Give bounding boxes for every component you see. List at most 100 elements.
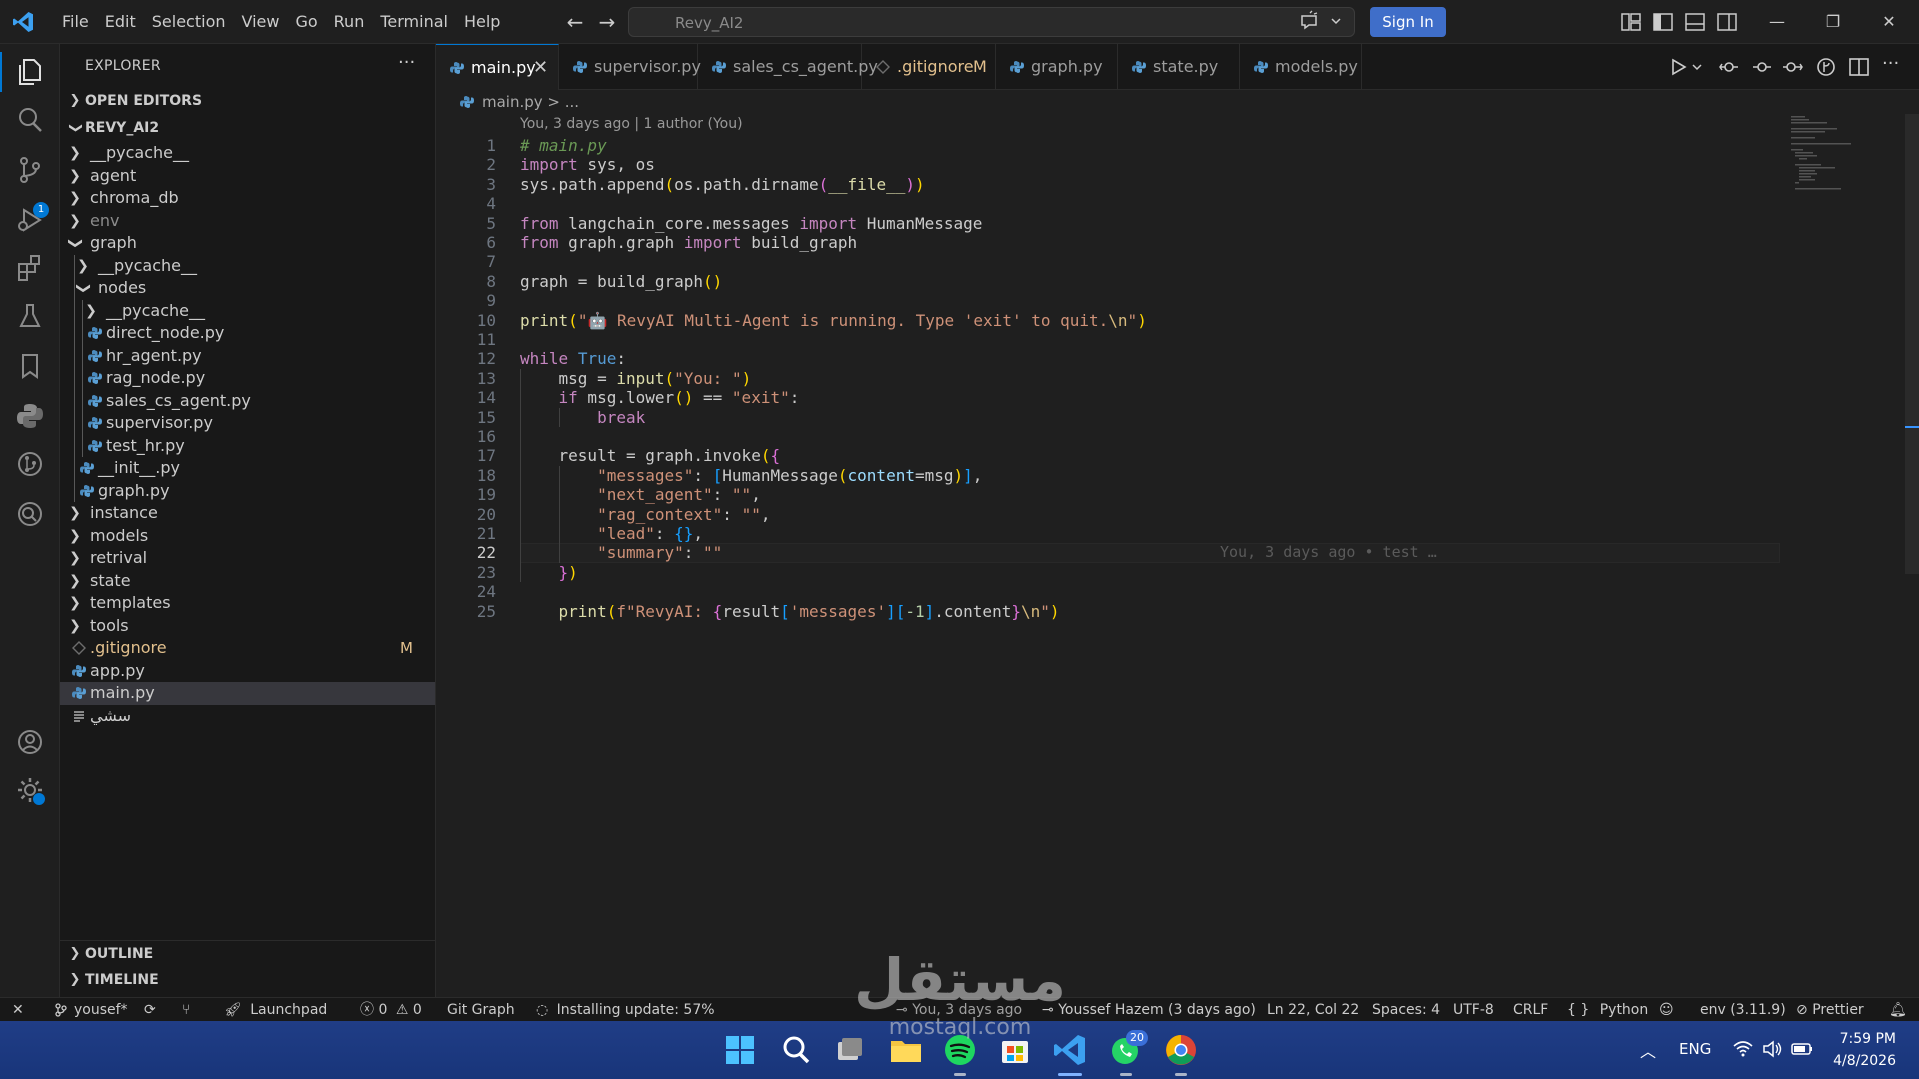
outline-section[interactable]: ❯ OUTLINE	[60, 940, 435, 966]
show-hidden-icons-chevron-icon[interactable]: ︿	[1640, 1038, 1656, 1062]
launchpad-status[interactable]: 🚀︎ Launchpad	[224, 998, 327, 1022]
tab-main-py[interactable]: main.py ✕	[436, 44, 559, 90]
minimap[interactable]	[1787, 114, 1887, 194]
menu-run[interactable]: Run	[326, 0, 373, 44]
clock-time[interactable]: 7:59 PM	[1836, 1031, 1896, 1047]
extensions-icon[interactable]	[14, 252, 46, 284]
forward-arrow-icon[interactable]: →	[596, 11, 618, 33]
windows-start-icon[interactable]	[722, 1032, 758, 1068]
remote-indicator-icon[interactable]: ✕	[12, 998, 24, 1022]
file-init-py[interactable]: __init__.py	[60, 457, 435, 480]
git-graph-status[interactable]: Git Graph	[447, 998, 515, 1022]
more-actions-icon[interactable]: ···	[398, 52, 415, 73]
tab-state-py[interactable]: state.py	[1118, 44, 1240, 90]
problems-status[interactable]: ⓧ 0 ⚠ 0	[360, 998, 422, 1022]
battery-icon[interactable]	[1791, 1041, 1813, 1057]
folder-templates[interactable]: ❯ templates	[60, 592, 435, 615]
source-control-icon[interactable]	[14, 154, 46, 186]
code-line[interactable]: "lead": {},	[520, 524, 703, 543]
code-line[interactable]: print(f"RevyAI: {result['messages'][-1].…	[520, 602, 1060, 621]
code-line[interactable]: print("🤖 RevyAI Multi-Agent is running. …	[520, 311, 1147, 330]
folder-pycache[interactable]: ❯ __pycache__	[60, 300, 435, 323]
menu-edit[interactable]: Edit	[97, 0, 144, 44]
notifications-bell-icon[interactable]: 🔔︎	[1889, 998, 1907, 1022]
copilot-chat-icon[interactable]	[1296, 8, 1352, 36]
close-window-button[interactable]: ✕	[1866, 0, 1912, 44]
file-untitled[interactable]: سشي	[60, 705, 435, 728]
timeline-section[interactable]: ❯ TIMELINE	[60, 967, 435, 993]
customize-layout-icon[interactable]	[1620, 12, 1642, 32]
git-lens-icon[interactable]	[14, 448, 46, 480]
file-main-py[interactable]: main.py	[60, 682, 435, 705]
search-icon[interactable]	[778, 1032, 814, 1068]
input-language[interactable]: ENG	[1679, 1040, 1711, 1058]
git-graph-icon[interactable]	[14, 498, 46, 530]
open-changes-icon[interactable]	[1718, 57, 1740, 77]
menu-help[interactable]: Help	[456, 0, 508, 44]
minimize-button[interactable]: —	[1754, 0, 1800, 44]
open-editors-section[interactable]: ❯ OPEN EDITORS	[60, 88, 435, 114]
bookmark-icon[interactable]	[14, 350, 46, 382]
code-line[interactable]: from langchain_core.messages import Huma…	[520, 214, 982, 233]
clock-date[interactable]: 4/8/2026	[1822, 1053, 1896, 1069]
toggle-primary-sidebar-icon[interactable]	[1652, 12, 1674, 32]
tab-gitignore[interactable]: .gitignore M	[862, 44, 996, 90]
update-status[interactable]: ◌ Installing update: 57%	[536, 998, 715, 1022]
command-center[interactable]: Revy_AI2	[628, 7, 1355, 37]
folder-retrival[interactable]: ❯ retrival	[60, 547, 435, 570]
search-icon[interactable]	[14, 104, 46, 136]
folder-graph[interactable]: ❯ graph	[60, 232, 435, 255]
code-line[interactable]: # main.py	[520, 136, 607, 155]
python-env-status[interactable]: env (3.11.9)	[1700, 998, 1786, 1022]
code-line[interactable]: sys.path.append(os.path.dirname(__file__…	[520, 175, 925, 194]
menu-file[interactable]: File	[54, 0, 97, 44]
volume-icon[interactable]	[1762, 1040, 1782, 1058]
split-editor-icon[interactable]	[1848, 57, 1870, 77]
wifi-icon[interactable]	[1733, 1040, 1753, 1058]
code-line[interactable]: "next_agent": "",	[520, 485, 761, 504]
tab-supervisor-py[interactable]: supervisor.py	[559, 44, 701, 90]
file-direct-node-py[interactable]: direct_node.py	[60, 322, 435, 345]
back-arrow-icon[interactable]: ←	[564, 11, 586, 33]
code-line[interactable]: from graph.graph import build_graph	[520, 233, 857, 252]
file-test-hr-py[interactable]: test_hr.py	[60, 435, 435, 458]
folder-pycache[interactable]: ❯ __pycache__	[60, 142, 435, 165]
more-editor-actions-icon[interactable]: ···	[1882, 53, 1904, 74]
close-tab-icon[interactable]: ✕	[533, 45, 548, 91]
code-line[interactable]: msg = input("You: ")	[520, 369, 752, 388]
restore-button[interactable]: ❐	[1810, 0, 1856, 44]
code-line[interactable]: if msg.lower() == "exit":	[520, 388, 800, 407]
code-editor[interactable]: You, 3 days ago | 1 author (You) 1234567…	[436, 114, 1919, 997]
menu-view[interactable]: View	[234, 0, 288, 44]
indentation-status[interactable]: Spaces: 4	[1372, 998, 1440, 1022]
file-supervisor-py[interactable]: supervisor.py	[60, 412, 435, 435]
explorer-icon[interactable]	[14, 56, 46, 88]
code-line[interactable]: while True:	[520, 349, 626, 368]
python-icon[interactable]	[14, 400, 46, 432]
folder-instance[interactable]: ❯ instance	[60, 502, 435, 525]
code-line[interactable]: result = graph.invoke({	[520, 446, 781, 465]
folder-state[interactable]: ❯ state	[60, 570, 435, 593]
code-line[interactable]: graph = build_graph()	[520, 272, 722, 291]
run-file-icon[interactable]	[1668, 57, 1690, 77]
code-line[interactable]: "summary": ""	[520, 543, 722, 562]
run-dropdown-icon[interactable]	[1690, 57, 1704, 77]
project-root-section[interactable]: ❯ REVY_AI2	[60, 115, 435, 141]
code-line[interactable]: break	[520, 408, 645, 427]
vertical-scrollbar[interactable]	[1905, 114, 1919, 574]
tab-sales-cs-agent-py[interactable]: sales_cs_agent.py	[698, 44, 878, 90]
folder-tools[interactable]: ❯ tools	[60, 615, 435, 638]
folder-nodes[interactable]: ❯ nodes	[60, 277, 435, 300]
toggle-secondary-sidebar-icon[interactable]	[1716, 12, 1738, 32]
tab-graph-py[interactable]: graph.py	[996, 44, 1118, 90]
next-revision-icon[interactable]	[1782, 57, 1804, 77]
menu-go[interactable]: Go	[287, 0, 325, 44]
folder-models[interactable]: ❯ models	[60, 525, 435, 548]
sign-in-button[interactable]: Sign In	[1370, 7, 1446, 37]
file-app-py[interactable]: app.py	[60, 660, 435, 683]
prettier-status[interactable]: ⊘ Prettier	[1796, 998, 1864, 1022]
folder-chroma-db[interactable]: ❯ chroma_db	[60, 187, 435, 210]
account-icon[interactable]	[14, 726, 46, 758]
encoding-status[interactable]: UTF-8	[1453, 998, 1494, 1022]
vscode-logo-icon[interactable]	[10, 10, 36, 34]
